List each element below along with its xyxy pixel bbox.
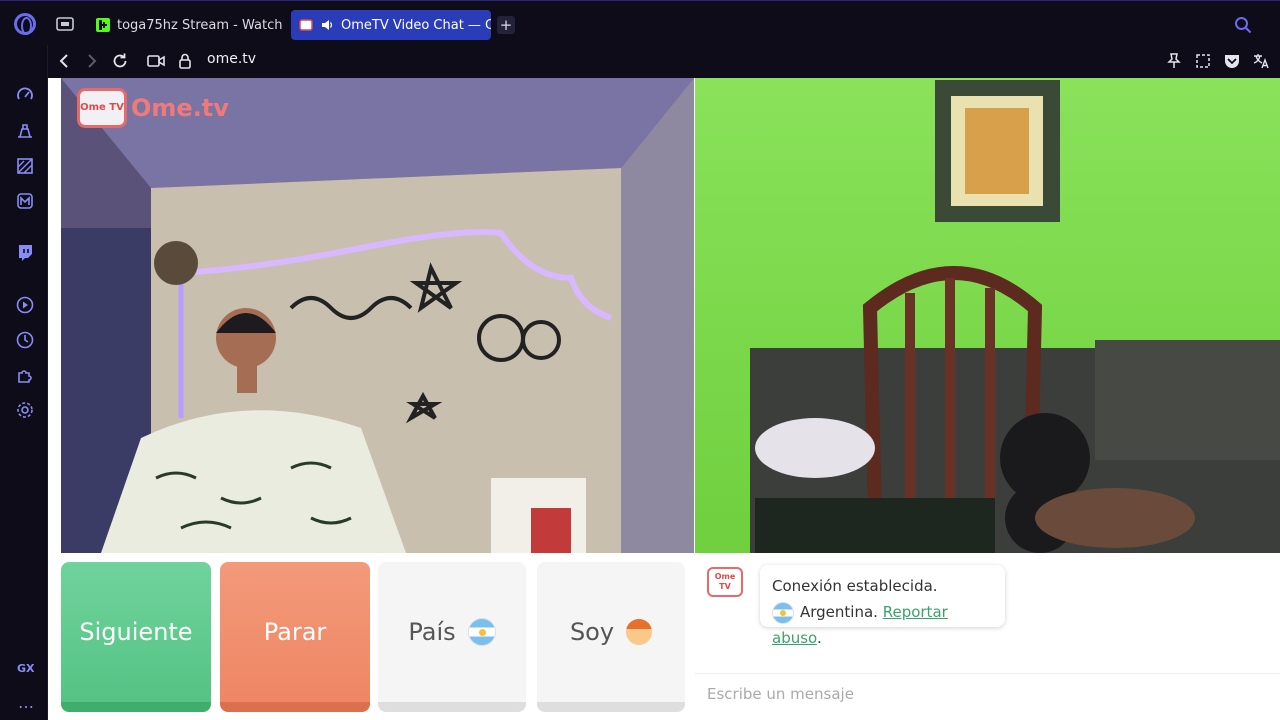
gender-select-button[interactable]: Soy (537, 562, 685, 712)
tab-label: OmeTV Video Chat — C (341, 17, 491, 33)
me-label: Soy (569, 618, 615, 646)
messenger-m-icon[interactable] (15, 191, 35, 211)
camera-icon[interactable] (146, 51, 166, 71)
local-video-feed: Ome TV Ome.tv (61, 78, 694, 553)
browser-sidebar: GX … (0, 45, 48, 720)
report-link-suffix: . (816, 629, 822, 647)
gx-cleaner-icon[interactable] (15, 121, 35, 141)
ometv-chat-logo-icon: Ome TV (707, 567, 743, 597)
tab-bar: toga75hz Stream - Watch L OmeTV Video Ch… (0, 0, 1280, 45)
chat-message-input[interactable] (695, 673, 1280, 714)
remote-video-feed (695, 78, 1280, 553)
next-button[interactable]: Siguiente (61, 562, 211, 712)
new-tab-button[interactable]: + (497, 16, 515, 34)
opera-logo-icon[interactable] (14, 13, 36, 35)
snapshot-icon[interactable] (1194, 52, 1212, 70)
translate-icon[interactable] (1252, 52, 1270, 70)
country-filter-button[interactable]: País (378, 562, 526, 712)
argentina-flag-icon (772, 601, 794, 624)
ometv-page: Ome TV Ome.tv Siguiente Parar País Soy O… (48, 78, 1280, 720)
reload-icon[interactable] (110, 51, 130, 71)
kick-favicon-icon (96, 18, 110, 32)
ometv-logo-text: Ome.tv (131, 94, 229, 122)
history-icon[interactable] (15, 330, 35, 350)
workspace-icon[interactable] (55, 15, 75, 33)
extensions-icon[interactable] (15, 365, 35, 385)
remote-video-image (695, 78, 1280, 553)
ometv-logo-tv-icon: Ome TV (77, 88, 127, 128)
local-video-image (61, 78, 694, 553)
player-icon[interactable] (15, 295, 35, 315)
twitch-icon[interactable] (15, 242, 35, 262)
ometv-logo[interactable]: Ome TV Ome.tv (77, 88, 229, 128)
search-tabs-icon[interactable] (1234, 16, 1252, 34)
country-label: País (408, 618, 456, 646)
ometv-favicon-icon (299, 19, 313, 31)
address-bar: ome.tv (48, 45, 1280, 78)
system-message: Conexión establecida. Argentina. Reporta… (760, 565, 1005, 647)
speed-dial-icon[interactable] (15, 85, 35, 105)
partner-country-line: Argentina. Reportar abuso. (772, 599, 993, 651)
settings-gear-icon[interactable] (15, 400, 35, 420)
more-options-button[interactable]: … (18, 693, 35, 712)
connection-status-text: Conexión establecida. (772, 577, 938, 595)
partner-country-text: Argentina. (800, 603, 878, 621)
stop-button[interactable]: Parar (220, 562, 370, 712)
tab-label: toga75hz Stream - Watch L (117, 17, 284, 33)
back-icon[interactable] (54, 51, 74, 71)
lock-icon[interactable] (175, 51, 195, 71)
audio-playing-icon[interactable] (320, 18, 334, 32)
user-avatar-icon (626, 619, 653, 645)
tab-kick-stream[interactable]: toga75hz Stream - Watch L (88, 10, 284, 40)
wallpaper-icon[interactable] (15, 156, 35, 176)
chat-panel: Ome TV Conexión establecida. Argentina. … (695, 553, 1280, 720)
argentina-flag-icon (467, 618, 496, 646)
tab-ometv[interactable]: OmeTV Video Chat — C (291, 10, 491, 40)
pocket-shield-icon[interactable] (1223, 52, 1241, 70)
forward-icon[interactable] (82, 51, 102, 71)
pin-icon[interactable] (1165, 52, 1183, 70)
gx-control-label[interactable]: GX (17, 662, 35, 675)
url-text[interactable]: ome.tv (207, 51, 256, 67)
